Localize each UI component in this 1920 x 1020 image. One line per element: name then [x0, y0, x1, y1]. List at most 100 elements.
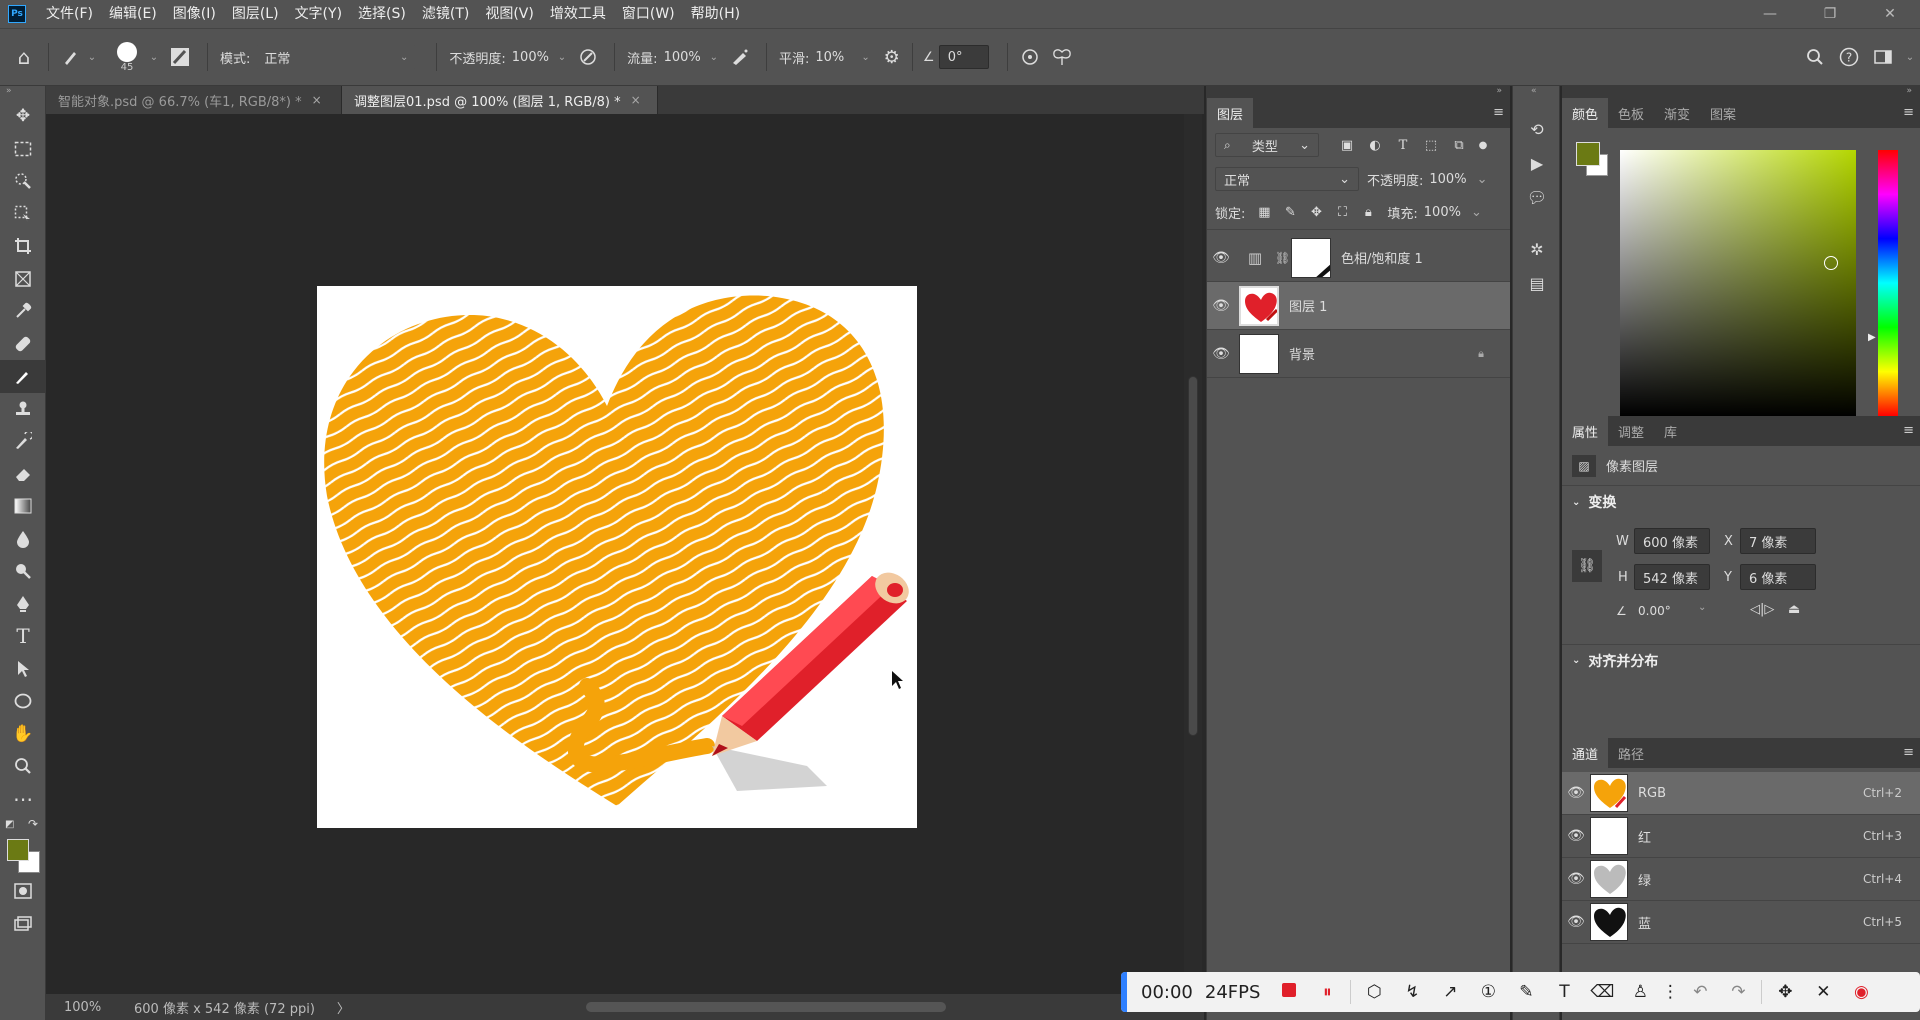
panel-menu-icon[interactable]: ≡	[1903, 105, 1914, 120]
brush-settings-panel-icon[interactable]	[165, 47, 195, 67]
pressure-opacity-icon[interactable]	[574, 48, 602, 66]
tab-swatches[interactable]: 色板	[1608, 98, 1654, 128]
quick-selection-tool-icon[interactable]	[0, 165, 46, 198]
blend-mode-select[interactable]: 正常 ⌄	[1215, 167, 1359, 191]
move-icon[interactable]: ✥	[1766, 982, 1804, 1002]
layer-thumbnail[interactable]	[1239, 333, 1279, 374]
menu-filter[interactable]: 滤镜(T)	[414, 0, 477, 28]
menu-type[interactable]: 文字(Y)	[287, 0, 350, 28]
brush-size-chevron-icon[interactable]: ⌄	[147, 52, 161, 63]
height-field[interactable]: 542 像素	[1634, 564, 1710, 590]
eyedropper-tool-icon[interactable]	[0, 295, 46, 328]
more-tools-icon[interactable]: ⋯	[0, 783, 46, 816]
shape-tool-icon[interactable]: ⬡	[1355, 982, 1393, 1002]
pen-tool-icon[interactable]	[0, 588, 46, 621]
lock-position-icon[interactable]: ✥	[1303, 205, 1329, 220]
type-filter-icon[interactable]: T	[1389, 138, 1417, 153]
ellipse-tool-icon[interactable]	[0, 685, 46, 718]
gear-icon[interactable]: ⚙	[878, 47, 906, 68]
comments-panel-icon[interactable]: 💬︎	[1513, 180, 1561, 214]
filter-toggle-icon[interactable]: ●	[1473, 140, 1493, 151]
history-brush-tool-icon[interactable]	[0, 425, 46, 458]
move-tool-icon[interactable]: ✥	[0, 100, 46, 133]
eye-icon[interactable]: 👁︎	[1207, 298, 1235, 314]
fill-chevron-icon[interactable]: ⌄	[1471, 205, 1482, 220]
layer-row-hue-saturation[interactable]: 👁︎ ▥ ⛓︎ 色相/饱和度 1	[1207, 234, 1510, 282]
dodge-tool-icon[interactable]	[0, 555, 46, 588]
opacity-chevron-icon[interactable]: ⌄	[558, 52, 566, 63]
symmetry-butterfly-icon[interactable]	[1046, 48, 1078, 66]
marquee-tool-icon[interactable]	[0, 133, 46, 166]
smoothing-value[interactable]: 10%	[815, 50, 857, 65]
close-icon[interactable]: ✕	[1804, 982, 1842, 1002]
menu-help[interactable]: 帮助(H)	[683, 0, 748, 28]
color-picker-marker[interactable]	[1824, 256, 1838, 270]
menu-select[interactable]: 选择(S)	[350, 0, 414, 28]
horizontal-scrollbar[interactable]	[586, 1002, 946, 1012]
channel-row-red[interactable]: 👁︎ 红 Ctrl+3	[1562, 815, 1920, 858]
pencil-tool-icon[interactable]: ✎	[1507, 982, 1545, 1002]
zoom-tool-icon[interactable]	[0, 750, 46, 783]
hue-slider-handle-icon[interactable]: ▶	[1868, 332, 1876, 343]
restore-button[interactable]: ❐	[1800, 0, 1860, 28]
menu-window[interactable]: 窗口(W)	[614, 0, 683, 28]
brush-tool-icon[interactable]	[0, 360, 46, 393]
menu-layer[interactable]: 图层(L)	[224, 0, 287, 28]
actions-panel-icon[interactable]: ▶	[1513, 146, 1561, 180]
number-tool-icon[interactable]: ①	[1469, 982, 1507, 1002]
flip-horizontal-icon[interactable]: ◁|▷	[1750, 602, 1774, 617]
home-icon[interactable]: ⌂	[0, 45, 48, 69]
eye-icon[interactable]: 👁︎	[1562, 871, 1590, 887]
color-field[interactable]	[1620, 150, 1856, 416]
align-section-header[interactable]: ⌄ 对齐并分布	[1562, 644, 1920, 676]
brush-tool-icon[interactable]	[57, 48, 85, 66]
adjustment-filter-icon[interactable]: ◐	[1361, 138, 1389, 153]
gradient-tool-icon[interactable]	[0, 490, 46, 523]
status-menu-arrow[interactable]: 〉	[337, 998, 350, 1017]
eye-icon[interactable]: 👁︎	[1207, 346, 1235, 362]
close-icon[interactable]: ×	[631, 93, 641, 107]
smoothing-chevron-icon[interactable]: ⌄	[861, 52, 869, 63]
object-selection-tool-icon[interactable]	[0, 198, 46, 231]
close-window-button[interactable]: ✕	[1860, 0, 1920, 28]
menu-file[interactable]: 文件(F)	[38, 0, 101, 28]
hand-tool-icon[interactable]: ✋	[0, 718, 46, 751]
workspace-chevron-icon[interactable]: ⌄	[1900, 52, 1920, 63]
flow-chevron-icon[interactable]: ⌄	[710, 52, 718, 63]
default-colors-icon[interactable]: ◩	[5, 819, 14, 830]
tab-adjustment-layer[interactable]: 调整图层01.psd @ 100% (图层 1, RGB/8) * ×	[342, 86, 658, 114]
redo-icon[interactable]: ↷	[1719, 982, 1757, 1002]
menu-plugins[interactable]: 增效工具	[542, 0, 614, 28]
channel-row-blue[interactable]: 👁︎ 蓝 Ctrl+5	[1562, 901, 1920, 944]
menu-image[interactable]: 图像(I)	[165, 0, 224, 28]
highlighter-icon[interactable]: ♙	[1621, 982, 1659, 1002]
fill-value[interactable]: 100%	[1424, 205, 1461, 220]
brushes-panel-icon[interactable]: ▤	[1513, 266, 1561, 300]
pixel-filter-icon[interactable]: ▣	[1333, 138, 1361, 153]
close-icon[interactable]: ×	[312, 93, 322, 107]
opacity-chevron-icon[interactable]: ⌄	[1477, 172, 1488, 187]
swap-colors-icon[interactable]: ↷	[28, 817, 38, 831]
eye-icon[interactable]: 👁︎	[1207, 250, 1235, 266]
layer-filter-select[interactable]: ⌕ 类型 ⌄	[1215, 133, 1319, 157]
flow-value[interactable]: 100%	[664, 50, 706, 65]
layer-mask-thumbnail[interactable]	[1291, 237, 1331, 278]
collapse-arrows-icon[interactable]: »	[1207, 86, 1510, 98]
transform-section-header[interactable]: ⌄ 变换	[1562, 486, 1920, 518]
zoom-level[interactable]: 100%	[64, 1000, 124, 1015]
tab-patterns[interactable]: 图案	[1700, 98, 1746, 128]
angle-input[interactable]: 0°	[938, 45, 989, 69]
help-icon[interactable]: ?	[1832, 47, 1866, 67]
undo-icon[interactable]: ↶	[1681, 982, 1719, 1002]
eye-icon[interactable]: 👁︎	[1562, 828, 1590, 844]
panel-menu-icon[interactable]: ≡	[1903, 423, 1914, 438]
shape-filter-icon[interactable]: ⬚	[1417, 138, 1445, 153]
text-tool-icon[interactable]: T	[1545, 982, 1583, 1002]
lock-artboard-icon[interactable]: ⛶	[1329, 205, 1355, 220]
menu-view[interactable]: 视图(V)	[477, 0, 542, 28]
x-field[interactable]: 7 像素	[1740, 528, 1816, 554]
eye-icon[interactable]: 👁︎	[1562, 785, 1590, 801]
tab-adjustments[interactable]: 调整	[1608, 416, 1654, 446]
tab-paths[interactable]: 路径	[1608, 738, 1654, 768]
foreground-color-swatch[interactable]	[7, 839, 29, 861]
